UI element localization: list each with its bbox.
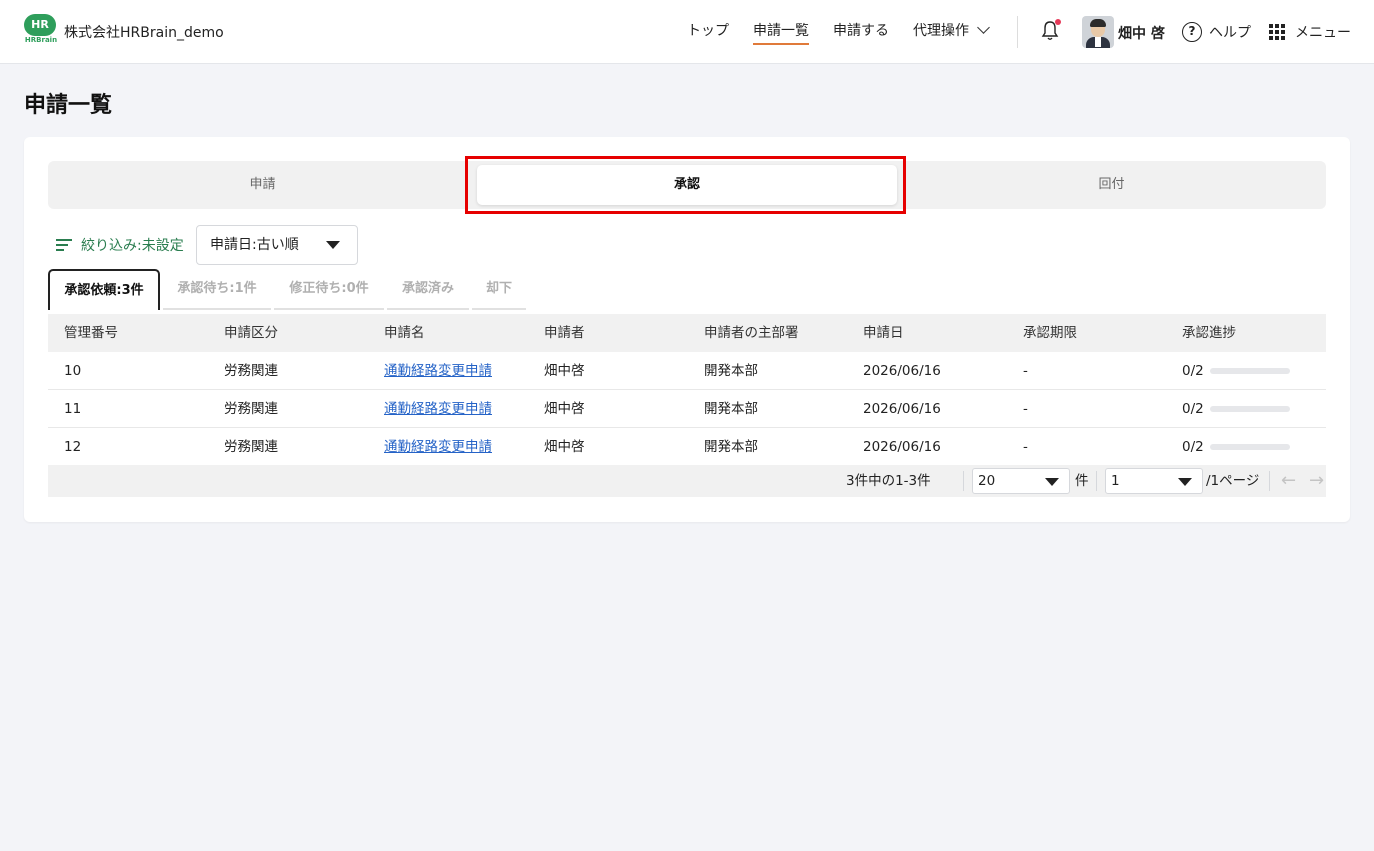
caret-down-icon [1178, 478, 1192, 486]
caret-down-icon [326, 241, 340, 249]
per-page-unit: 件 [1075, 473, 1089, 489]
column-header: 管理番号 [64, 325, 118, 341]
page-select[interactable]: 1 [1105, 468, 1203, 494]
top-header: HR HRBrain 株式会社HRBrain_demo トップ 申請一覧 申請す… [0, 0, 1374, 64]
table-row[interactable]: 10 労務関連 通勤経路変更申請 畑中啓 開発本部 2026/06/16 - 0… [48, 352, 1326, 390]
nav-application-list[interactable]: 申請一覧 [753, 0, 809, 64]
column-header: 申請名 [384, 325, 425, 341]
filter-label: 絞り込み:未設定 [81, 238, 184, 254]
content-card: 申請 承認 回付 絞り込み:未設定 申請日:古い順 承認依頼:3件 承認待ち:1… [24, 137, 1350, 522]
cell-progress: 0/2 [1182, 401, 1204, 417]
page-title: 申請一覧 [24, 93, 113, 118]
cell-progress: 0/2 [1182, 439, 1204, 455]
application-name-link[interactable]: 通勤経路変更申請 [384, 390, 492, 428]
result-count: 3件中の1-3件 [846, 473, 931, 489]
page-value: 1 [1111, 473, 1120, 489]
question-circle-icon: ? [1182, 22, 1202, 42]
per-page-value: 20 [978, 473, 996, 489]
nav-proxy-operation[interactable]: 代理操作 [913, 0, 990, 64]
hrbrain-logo[interactable]: HR HRBrain [24, 14, 58, 46]
cell-progress: 0/2 [1182, 363, 1204, 379]
column-header: 申請区分 [224, 325, 278, 341]
cell-id: 10 [64, 363, 82, 379]
nav-apply[interactable]: 申請する [833, 0, 889, 64]
page-total: /1ページ [1206, 473, 1260, 489]
tab-awaiting-approval[interactable]: 承認待ち:1件 [163, 269, 271, 310]
filter-lines-icon [56, 239, 72, 251]
table-header: 管理番号 申請区分 申請名 申請者 申請者の主部署 申請日 承認期限 承認進捗 [48, 314, 1326, 352]
help-button[interactable]: ? ヘルプ [1182, 22, 1251, 42]
chevron-down-icon [977, 21, 990, 34]
progress-bar [1210, 406, 1290, 412]
sort-value: 申請日:古い順 [210, 237, 299, 253]
cell-deadline: - [1023, 401, 1028, 417]
avatar[interactable] [1082, 16, 1114, 48]
nav-proxy-label: 代理操作 [913, 23, 969, 39]
segment-apply[interactable]: 申請 [48, 161, 477, 209]
logo-wordmark: HRBrain [24, 36, 58, 44]
column-header: 承認期限 [1023, 325, 1077, 341]
cell-department: 開発本部 [704, 439, 758, 455]
cell-applicant: 畑中啓 [544, 401, 585, 417]
tab-rejected[interactable]: 却下 [472, 269, 526, 310]
arrow-left-icon[interactable]: ← [1281, 465, 1296, 497]
application-name-link[interactable]: 通勤経路変更申請 [384, 352, 492, 390]
cell-deadline: - [1023, 363, 1028, 379]
cell-category: 労務関連 [224, 401, 278, 417]
approval-table: 管理番号 申請区分 申請名 申請者 申請者の主部署 申請日 承認期限 承認進捗 … [48, 314, 1326, 466]
cell-id: 12 [64, 439, 82, 455]
pagination-bar: 3件中の1-3件 20 件 1 /1ページ ← → [48, 465, 1326, 497]
cell-date: 2026/06/16 [863, 439, 941, 455]
cell-department: 開発本部 [704, 401, 758, 417]
cell-applicant: 畑中啓 [544, 439, 585, 455]
sort-select[interactable]: 申請日:古い順 [196, 225, 358, 265]
table-row[interactable]: 11 労務関連 通勤経路変更申請 畑中啓 開発本部 2026/06/16 - 0… [48, 390, 1326, 428]
menu-label: メニュー [1295, 25, 1351, 41]
nav-top-label: トップ [687, 23, 729, 39]
user-name[interactable]: 畑中 啓 [1118, 23, 1165, 43]
menu-button[interactable]: メニュー [1269, 22, 1351, 42]
pager-divider [1269, 471, 1270, 491]
progress-bar [1210, 368, 1290, 374]
cell-deadline: - [1023, 439, 1028, 455]
pager-divider [963, 471, 964, 491]
nav-apply-label: 申請する [833, 23, 889, 39]
segment-approve[interactable]: 承認 [477, 165, 897, 205]
arrow-right-icon[interactable]: → [1309, 465, 1324, 497]
column-header: 申請者 [544, 325, 585, 341]
application-name-link[interactable]: 通勤経路変更申請 [384, 428, 492, 466]
cell-id: 11 [64, 401, 82, 417]
cell-date: 2026/06/16 [863, 401, 941, 417]
progress-bar [1210, 444, 1290, 450]
cell-department: 開発本部 [704, 363, 758, 379]
cell-category: 労務関連 [224, 363, 278, 379]
segmented-control: 申請 承認 回付 [48, 161, 1326, 209]
column-header: 申請者の主部署 [704, 325, 799, 341]
cell-date: 2026/06/16 [863, 363, 941, 379]
tab-approval-requests[interactable]: 承認依頼:3件 [48, 269, 160, 310]
table-row[interactable]: 12 労務関連 通勤経路変更申請 畑中啓 開発本部 2026/06/16 - 0… [48, 428, 1326, 466]
grid-menu-icon [1269, 24, 1285, 40]
nav-application-list-label: 申請一覧 [753, 23, 809, 45]
header-divider [1017, 16, 1018, 48]
help-label: ヘルプ [1209, 25, 1251, 41]
cell-category: 労務関連 [224, 439, 278, 455]
tab-awaiting-correction[interactable]: 修正待ち:0件 [274, 269, 384, 310]
column-header: 承認進捗 [1182, 325, 1236, 341]
pager-divider [1096, 471, 1097, 491]
company-name: 株式会社HRBrain_demo [64, 25, 224, 41]
tab-approved[interactable]: 承認済み [387, 269, 469, 310]
caret-down-icon [1045, 478, 1059, 486]
per-page-select[interactable]: 20 [972, 468, 1070, 494]
filter-button[interactable]: 絞り込み:未設定 [56, 233, 184, 257]
cell-applicant: 畑中啓 [544, 363, 585, 379]
logo-mark: HR [24, 14, 56, 36]
column-header: 申請日 [863, 325, 904, 341]
notification-dot [1055, 19, 1061, 25]
segment-circulation[interactable]: 回付 [897, 161, 1326, 209]
nav-top[interactable]: トップ [687, 0, 729, 64]
